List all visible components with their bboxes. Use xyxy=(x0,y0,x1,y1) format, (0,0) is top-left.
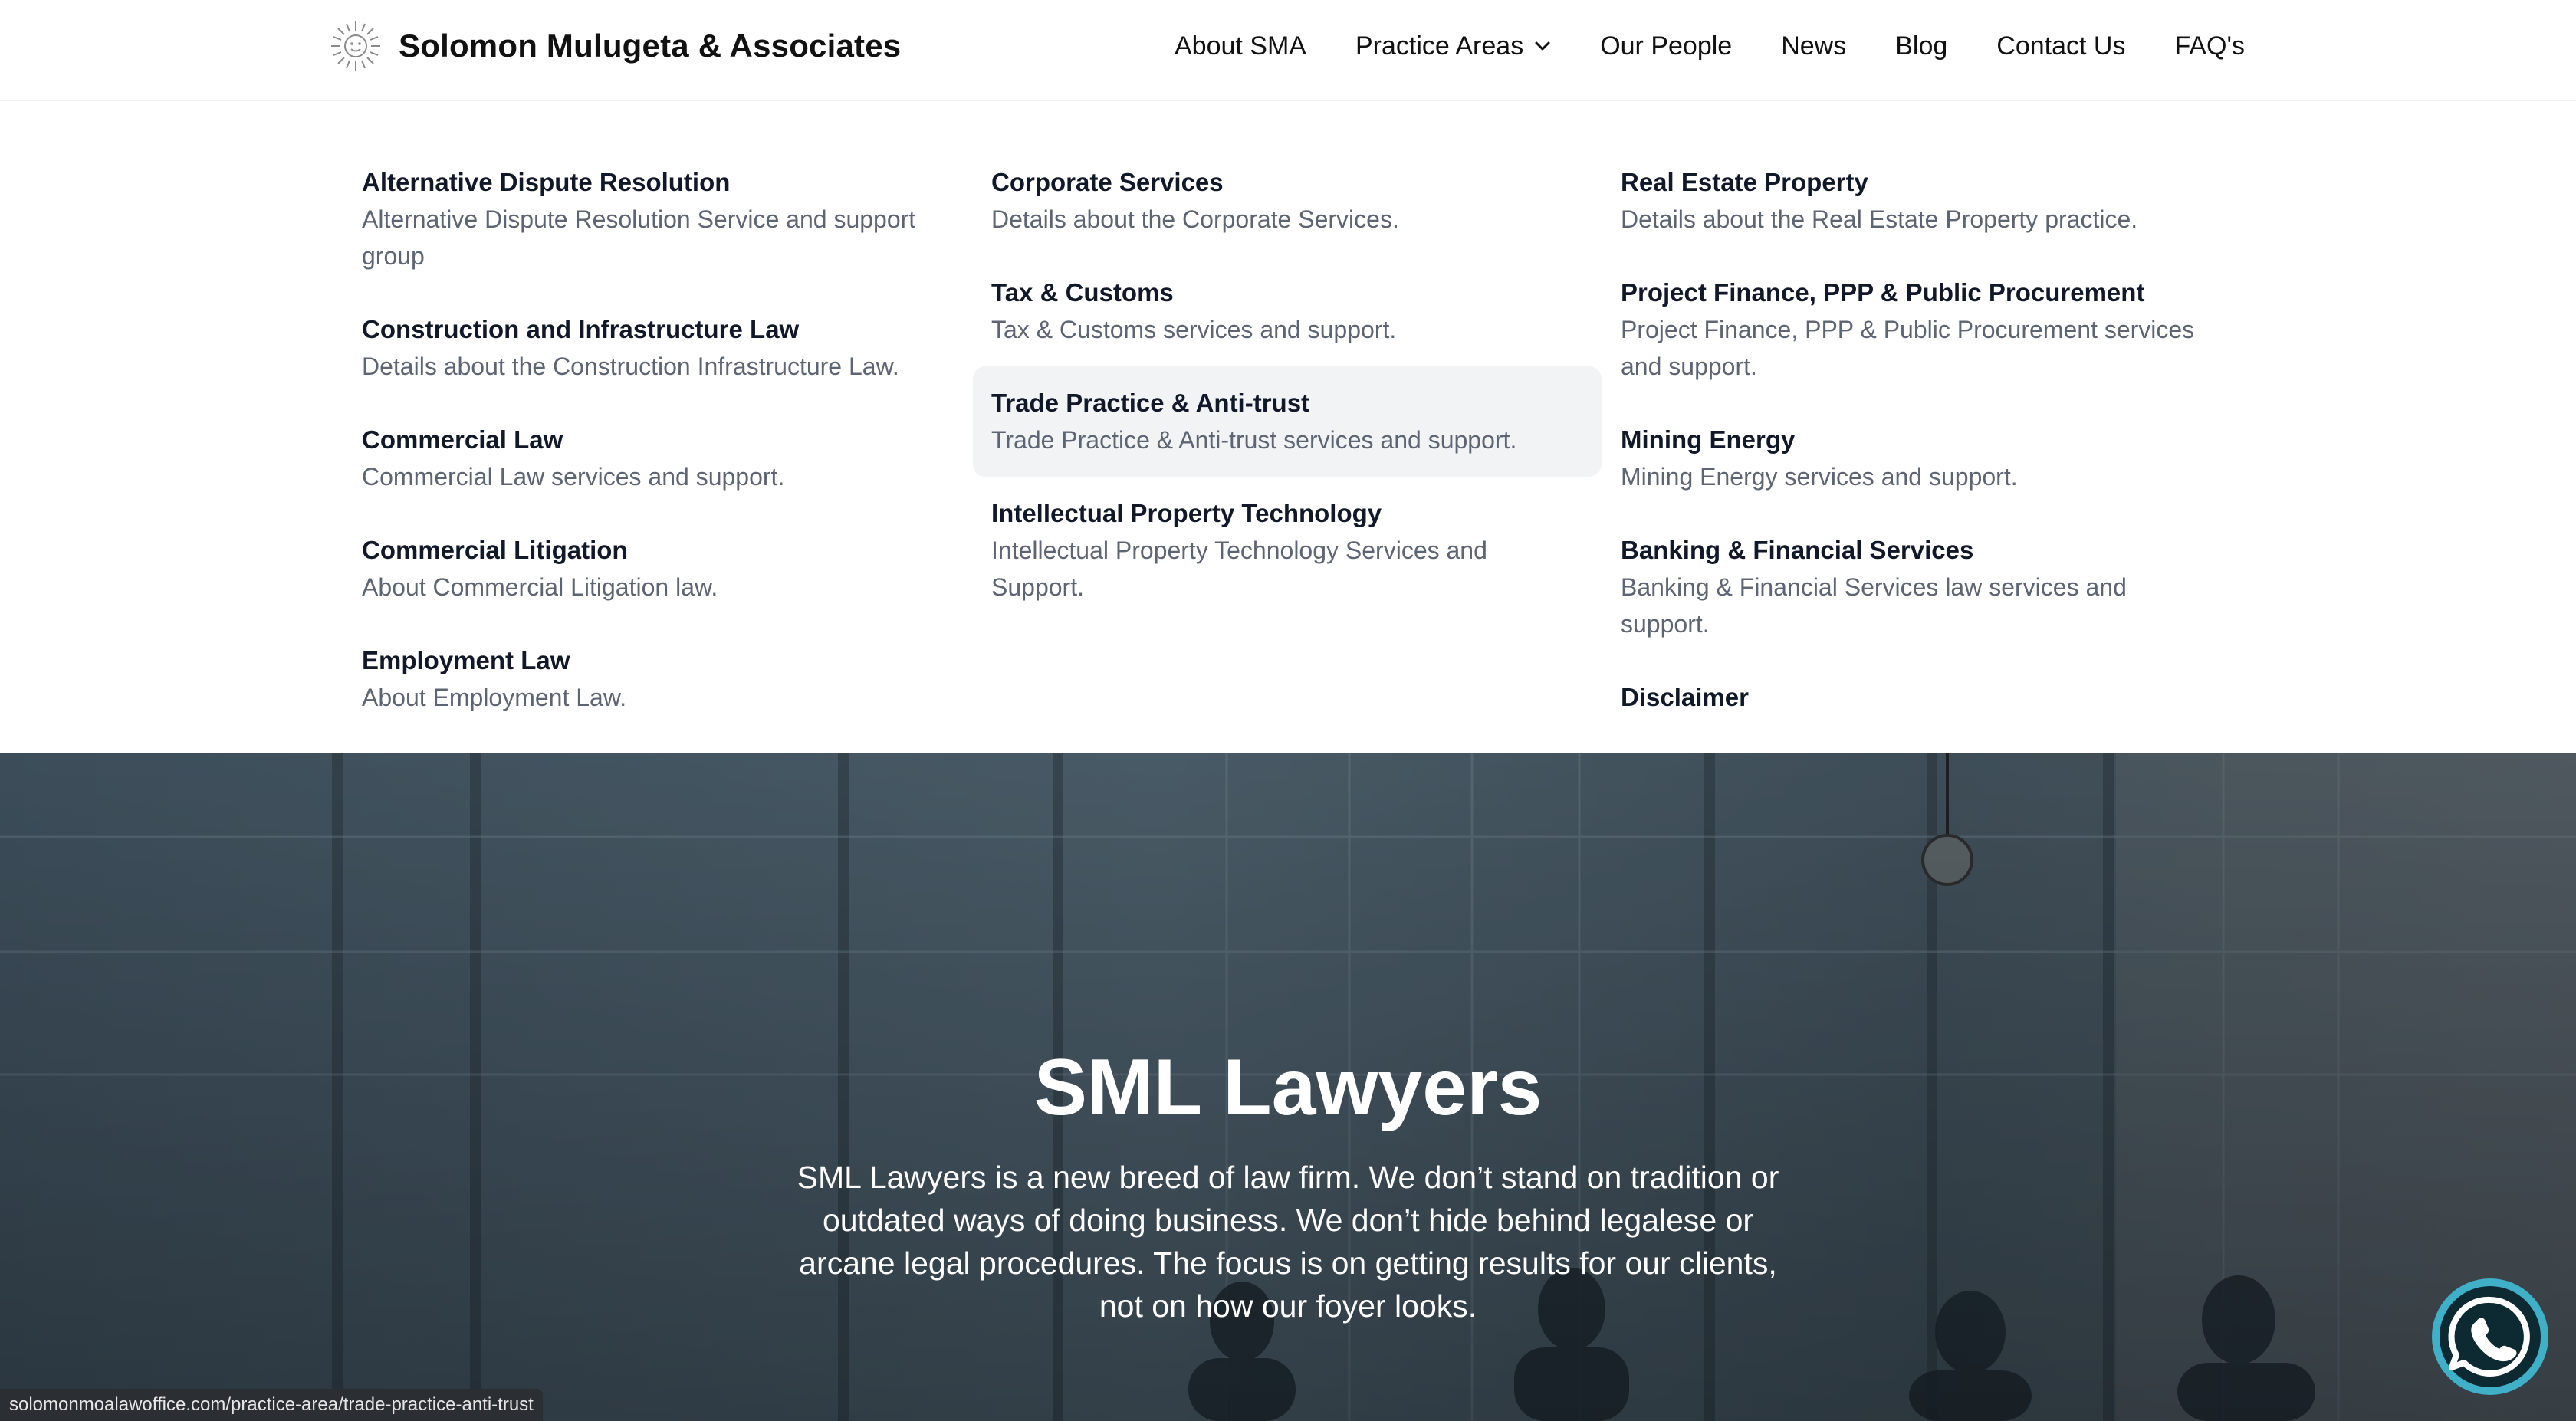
menu-item-desc: About Employment Law. xyxy=(362,684,627,711)
menu-item-real-estate-property[interactable]: Real Estate Property Details about the R… xyxy=(1602,146,2231,256)
menu-item-title: Employment Law xyxy=(362,646,570,674)
brand-name: Solomon Mulugeta & Associates xyxy=(399,28,902,64)
nav-practice-areas[interactable]: Practice Areas xyxy=(1355,31,1551,61)
hero-section: SML Lawyers SML Lawyers is a new breed o… xyxy=(0,753,2576,1421)
nav-blog[interactable]: Blog xyxy=(1895,31,1947,61)
main-nav: About SMA Practice Areas Our People News… xyxy=(1175,23,2245,69)
menu-item-title: Construction and Infrastructure Law xyxy=(362,315,800,343)
menu-item-employment-law[interactable]: Employment Law About Employment Law. xyxy=(343,624,972,734)
menu-item-desc: Intellectual Property Technology Service… xyxy=(991,537,1487,601)
brand[interactable]: Solomon Mulugeta & Associates xyxy=(328,18,901,74)
hero-text: SML Lawyers is a new breed of law firm. … xyxy=(797,1160,1779,1324)
nav-news[interactable]: News xyxy=(1781,31,1846,61)
menu-item-desc: Mining Energy services and support. xyxy=(1621,463,2018,491)
menu-item-desc: Alternative Dispute Resolution Service a… xyxy=(362,205,916,270)
menu-item-desc: Details about the Corporate Services. xyxy=(991,205,1399,233)
menu-item-alternative-dispute-resolution[interactable]: Alternative Dispute Resolution Alternati… xyxy=(343,146,972,293)
menu-item-desc: About Commercial Litigation law. xyxy=(362,573,718,601)
menu-item-mining-energy[interactable]: Mining Energy Mining Energy services and… xyxy=(1602,403,2231,514)
menu-item-desc: Details about the Real Estate Property p… xyxy=(1621,205,2138,233)
menu-item-title: Alternative Dispute Resolution xyxy=(362,168,731,196)
menu-item-commercial-litigation[interactable]: Commercial Litigation About Commercial L… xyxy=(343,514,972,624)
menu-item-banking-financial-services[interactable]: Banking & Financial Services Banking & F… xyxy=(1602,514,2231,661)
menu-item-commercial-law[interactable]: Commercial Law Commercial Law services a… xyxy=(343,403,972,514)
nav-contact-us[interactable]: Contact Us xyxy=(1996,31,2125,61)
menu-item-desc: Tax & Customs services and support. xyxy=(991,316,1397,343)
menu-item-intellectual-property-technology[interactable]: Intellectual Property Technology Intelle… xyxy=(973,477,1602,624)
menu-item-title: Corporate Services xyxy=(991,168,1224,196)
menu-item-project-finance-ppp[interactable]: Project Finance, PPP & Public Procuremen… xyxy=(1602,256,2231,403)
hero-title: SML Lawyers xyxy=(1033,1043,1543,1132)
menu-item-desc: Details about the Construction Infrastru… xyxy=(362,353,899,380)
site-header: Solomon Mulugeta & Associates About SMA … xyxy=(0,0,2576,101)
menu-item-corporate-services[interactable]: Corporate Services Details about the Cor… xyxy=(973,146,1602,256)
menu-item-desc: Commercial Law services and support. xyxy=(362,463,785,491)
menu-item-title: Banking & Financial Services xyxy=(1621,536,1974,564)
menu-item-desc: Project Finance, PPP & Public Procuremen… xyxy=(1621,316,2195,380)
nav-about-sma[interactable]: About SMA xyxy=(1175,31,1306,61)
nav-practice-areas-label: Practice Areas xyxy=(1355,31,1524,61)
sun-logo-icon xyxy=(331,21,380,71)
menu-item-desc: Banking & Financial Services law service… xyxy=(1621,573,2127,638)
menu-item-title: Intellectual Property Technology xyxy=(991,499,1382,527)
menu-item-title: Trade Practice & Anti-trust xyxy=(991,389,1310,417)
menu-item-trade-practice-anti-trust[interactable]: Trade Practice & Anti-trust Trade Practi… xyxy=(973,366,1602,477)
menu-item-construction-infrastructure-law[interactable]: Construction and Infrastructure Law Deta… xyxy=(343,293,972,403)
menu-item-tax-customs[interactable]: Tax & Customs Tax & Customs services and… xyxy=(973,256,1602,366)
menu-item-title: Commercial Law xyxy=(362,425,564,454)
chevron-down-icon xyxy=(1535,41,1550,51)
nav-faqs[interactable]: FAQ's xyxy=(2174,31,2245,61)
whatsapp-icon[interactable] xyxy=(2429,1275,2551,1398)
menu-column-3: Real Estate Property Details about the R… xyxy=(1602,146,2231,734)
menu-item-title: Tax & Customs xyxy=(991,278,1174,307)
menu-item-disclaimer[interactable]: Disclaimer xyxy=(1602,661,2231,734)
menu-item-title: Real Estate Property xyxy=(1621,168,1868,196)
menu-item-title: Project Finance, PPP & Public Procuremen… xyxy=(1621,278,2145,307)
link-status-url: solomonmoalawoffice.com/practice-area/tr… xyxy=(0,1389,543,1421)
menu-column-2: Corporate Services Details about the Cor… xyxy=(973,146,1602,624)
menu-item-title: Commercial Litigation xyxy=(362,536,628,564)
menu-column-1: Alternative Dispute Resolution Alternati… xyxy=(343,146,972,734)
menu-item-desc: Trade Practice & Anti-trust services and… xyxy=(991,426,1517,454)
menu-item-title: Mining Energy xyxy=(1621,425,1796,454)
menu-item-title: Disclaimer xyxy=(1621,683,1749,711)
nav-our-people[interactable]: Our People xyxy=(1600,31,1732,61)
practice-areas-mega-menu: Alternative Dispute Resolution Alternati… xyxy=(0,103,2576,753)
